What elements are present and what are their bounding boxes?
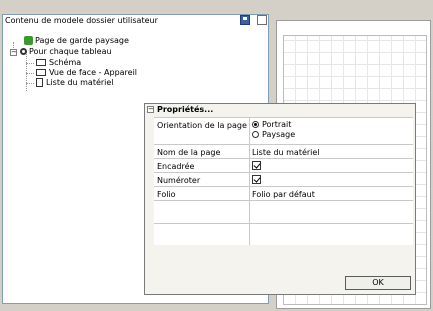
folio-field[interactable]: Folio par défaut (252, 190, 315, 199)
radio-portrait[interactable]: Portrait (252, 120, 295, 130)
radio-icon (252, 131, 259, 138)
numeroter-checkbox[interactable] (252, 175, 261, 184)
property-label: Folio (157, 190, 176, 199)
property-row-encadree: Encadrée (154, 159, 413, 173)
page-green-icon (24, 36, 33, 45)
tree-item-schema[interactable]: Schéma (36, 58, 81, 68)
orientation-options: Portrait Paysage (252, 120, 295, 140)
radio-label: Portrait (262, 120, 292, 129)
properties-title: Propriétés... (157, 105, 214, 114)
property-row-folio: Folio Folio par défaut (154, 187, 413, 201)
ok-button[interactable]: OK (345, 276, 411, 290)
property-row-orientation: Orientation de la page Portrait Paysage (154, 118, 413, 145)
sheet-icon (36, 59, 46, 66)
radio-paysage[interactable]: Paysage (252, 130, 295, 140)
save-icon[interactable] (240, 15, 251, 25)
property-label: Encadrée (157, 162, 195, 171)
property-row-numeroter: Numéroter (154, 173, 413, 187)
list-icon (36, 78, 43, 87)
sheet-icon (36, 69, 46, 76)
tree-item-label: Page de garde paysage (35, 36, 129, 45)
property-row-nom: Nom de la page Liste du matériel (154, 145, 413, 159)
tree-item-label: Vue de face - Appareil (49, 68, 138, 77)
collapse-toggle[interactable]: − (10, 49, 17, 56)
tree-item-label: Pour chaque tableau (29, 47, 112, 56)
tree-item-liste-materiel[interactable]: Liste du matériel (36, 78, 114, 88)
encadree-checkbox[interactable] (252, 161, 261, 170)
property-label: Nom de la page (157, 148, 221, 157)
tree-item-page-garde[interactable]: Page de garde paysage (24, 36, 129, 46)
tree-item-label: Schéma (49, 58, 82, 67)
property-label: Numéroter (157, 176, 201, 185)
radio-selected-icon (252, 121, 259, 128)
tree-item-vue-face[interactable]: Vue de face - Appareil (36, 68, 137, 78)
close-icon[interactable] (257, 15, 267, 25)
loop-icon (20, 48, 27, 55)
property-row-empty (154, 201, 413, 224)
page-name-field[interactable]: Liste du matériel (252, 148, 320, 157)
property-label: Orientation de la page (157, 121, 247, 130)
tree-item-pour-chaque[interactable]: Pour chaque tableau (20, 47, 112, 57)
panel-title: Contenu de modele dossier utilisateur (5, 16, 158, 25)
properties-grid: Orientation de la page Portrait Paysage … (154, 117, 413, 245)
tree-item-label: Liste du matériel (46, 78, 114, 87)
radio-label: Paysage (262, 130, 296, 139)
panel-header: Contenu de modele dossier utilisateur (3, 14, 269, 28)
properties-panel: − Propriétés... Orientation de la page P… (144, 103, 416, 295)
